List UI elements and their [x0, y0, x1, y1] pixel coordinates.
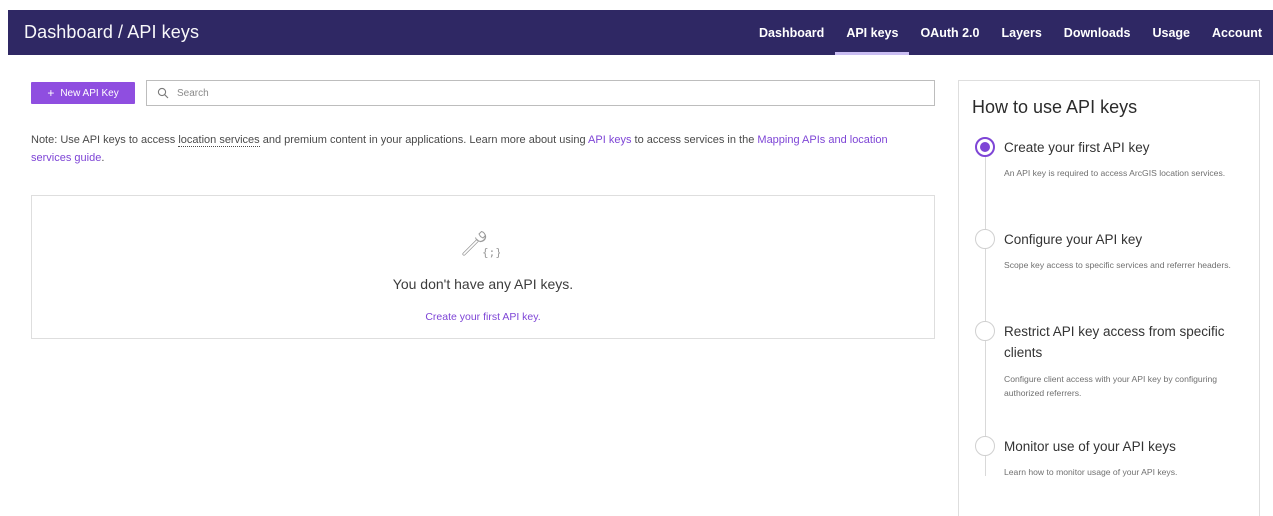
- step-title: Create your first API key: [1004, 140, 1150, 155]
- api-keys-link[interactable]: API keys: [588, 134, 631, 146]
- top-nav: Dashboard API keys OAuth 2.0 Layers Down…: [748, 10, 1273, 55]
- create-first-key-link[interactable]: Create your first API key.: [32, 311, 934, 323]
- step-indicator-icon: [975, 321, 995, 341]
- nav-api-keys[interactable]: API keys: [835, 10, 910, 55]
- nav-dashboard[interactable]: Dashboard: [748, 10, 835, 55]
- location-services-term[interactable]: location services: [178, 134, 260, 147]
- top-header: Dashboard / API keys Dashboard API keys …: [8, 10, 1273, 55]
- plus-icon: +: [47, 86, 55, 100]
- search-icon: [157, 87, 169, 99]
- wrench-code-icon: {;}: [462, 230, 500, 259]
- step-indicator-icon: [975, 229, 995, 249]
- nav-downloads[interactable]: Downloads: [1053, 10, 1142, 55]
- breadcrumb: Dashboard / API keys: [24, 22, 200, 42]
- note-part2: and premium content in your applications…: [259, 134, 589, 146]
- empty-state-card: {;} You don't have any API keys. Create …: [31, 195, 935, 339]
- step-title: Monitor use of your API keys: [1004, 439, 1176, 454]
- step-title: Restrict API key access from specific cl…: [1004, 324, 1225, 360]
- step-desc: Learn how to monitor usage of your API k…: [1004, 467, 1178, 477]
- step-title: Configure your API key: [1004, 232, 1143, 247]
- step-indicator-icon: [975, 436, 995, 456]
- step-desc: An API key is required to access ArcGIS …: [1004, 168, 1226, 178]
- how-to-panel: How to use API keys Create your first AP…: [958, 80, 1260, 516]
- step-desc: Configure client access with your API ke…: [1004, 374, 1218, 398]
- step-desc: Scope key access to specific services an…: [1004, 260, 1231, 270]
- steps-connector: [985, 156, 986, 476]
- new-api-key-label: New API Key: [60, 87, 119, 99]
- nav-oauth[interactable]: OAuth 2.0: [909, 10, 990, 55]
- search-box[interactable]: [146, 80, 935, 106]
- note-text: Note: Use API keys to access location se…: [31, 131, 931, 167]
- how-to-title: How to use API keys: [972, 97, 1138, 117]
- new-api-key-button[interactable]: + New API Key: [31, 82, 135, 104]
- step-indicator-active-icon: [975, 137, 995, 157]
- svg-text:{;}: {;}: [482, 246, 500, 259]
- note-part4: .: [101, 152, 105, 164]
- search-input[interactable]: [177, 82, 934, 104]
- note-part1: Note: Use API keys to access: [31, 134, 179, 146]
- nav-usage[interactable]: Usage: [1141, 10, 1201, 55]
- note-part3: to access services in the: [631, 134, 758, 146]
- nav-account[interactable]: Account: [1201, 10, 1273, 55]
- empty-state-title: You don't have any API keys.: [392, 276, 574, 292]
- nav-layers[interactable]: Layers: [990, 10, 1052, 55]
